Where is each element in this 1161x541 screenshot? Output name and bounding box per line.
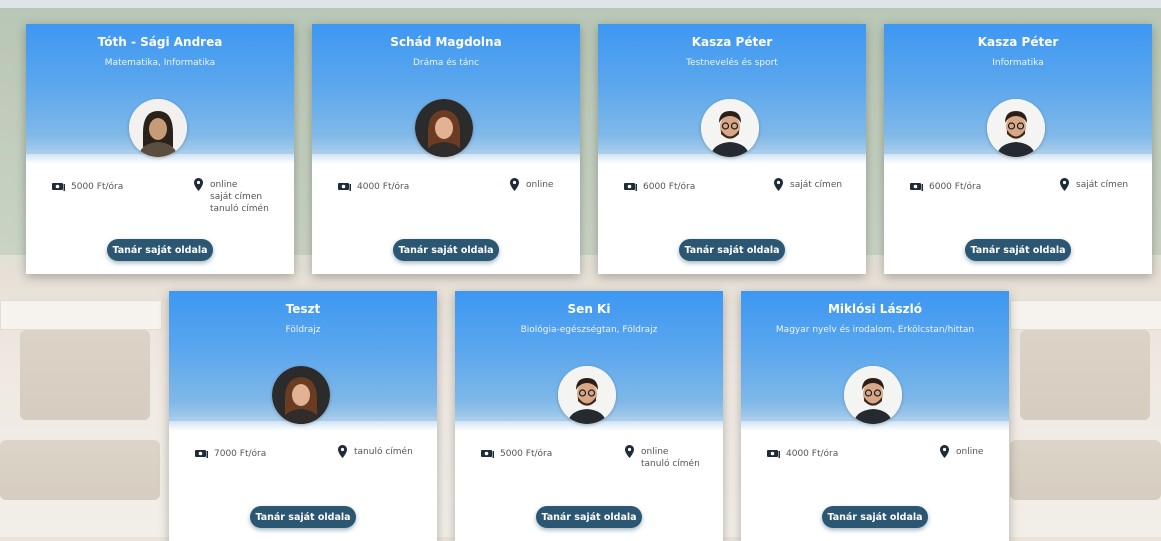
teacher-card: Schád Magdolna Dráma és tánc 4000 Ft/óra… — [312, 24, 580, 274]
teacher-page-button[interactable]: Tanár saját oldala — [965, 239, 1071, 261]
teacher-page-button[interactable]: Tanár saját oldala — [679, 239, 785, 261]
teacher-subjects: Biológia-egészségtan, Földrajz — [520, 325, 658, 335]
background-desk — [20, 330, 150, 420]
price-label: 4000 Ft/óra — [786, 449, 839, 459]
location-info: online saját címen tanuló címén — [194, 178, 269, 215]
location-info: tanuló címén — [338, 445, 413, 458]
location-item: online — [210, 180, 238, 190]
teacher-card: Tóth - Sági Andrea Matematika, Informati… — [26, 24, 294, 274]
teacher-name: Kasza Péter — [691, 35, 773, 49]
teacher-card: Kasza Péter Testnevelés és sport 6000 Ft… — [598, 24, 866, 274]
teacher-avatar — [129, 99, 187, 157]
teacher-page-button[interactable]: Tanár saját oldala — [822, 506, 928, 528]
price-info: 6000 Ft/óra — [624, 182, 695, 192]
teacher-avatar — [272, 366, 330, 424]
location-info: online tanuló címén — [625, 445, 700, 470]
teacher-name: Tóth - Sági Andrea — [97, 35, 223, 49]
location-item: tanuló címén — [354, 447, 413, 457]
teacher-subjects: Földrajz — [285, 325, 321, 335]
money-bill-icon — [624, 183, 637, 191]
price-info: 5000 Ft/óra — [481, 449, 552, 459]
background-panel — [1010, 300, 1161, 330]
teacher-name: Kasza Péter — [977, 35, 1059, 49]
map-marker-icon — [625, 445, 634, 458]
teacher-avatar — [558, 366, 616, 424]
teacher-card: Sen Ki Biológia-egészségtan, Földrajz 50… — [455, 291, 723, 541]
price-info: 5000 Ft/óra — [52, 182, 123, 192]
location-item: tanuló címén — [641, 459, 700, 469]
location-item: online — [526, 180, 554, 190]
teacher-card: Miklósi László Magyar nyelv és irodalom,… — [741, 291, 1009, 541]
background-desk — [1020, 330, 1150, 420]
price-label: 6000 Ft/óra — [929, 182, 982, 192]
location-item: tanuló címén — [210, 204, 269, 214]
teacher-subjects: Dráma és tánc — [412, 58, 480, 68]
price-label: 4000 Ft/óra — [357, 182, 410, 192]
teacher-card: Teszt Földrajz 7000 Ft/óra tanuló címén … — [169, 291, 437, 541]
map-marker-icon — [774, 178, 783, 191]
money-bill-icon — [195, 450, 208, 458]
teacher-avatar — [701, 99, 759, 157]
teacher-name: Teszt — [285, 302, 321, 316]
location-info: online — [940, 445, 983, 458]
price-info: 7000 Ft/óra — [195, 449, 266, 459]
location-item: saját címen — [790, 180, 843, 190]
money-bill-icon — [338, 183, 351, 191]
teacher-name: Sen Ki — [567, 302, 611, 316]
teacher-page-button[interactable]: Tanár saját oldala — [536, 506, 642, 528]
teacher-page-button[interactable]: Tanár saját oldala — [107, 239, 213, 261]
top-bar — [0, 0, 1161, 8]
location-item: saját címen — [1076, 180, 1129, 190]
teacher-subjects: Testnevelés és sport — [686, 58, 778, 68]
money-bill-icon — [481, 450, 494, 458]
teacher-name: Miklósi László — [827, 302, 923, 316]
location-item: online — [641, 447, 669, 457]
location-item: online — [956, 447, 984, 457]
price-info: 6000 Ft/óra — [910, 182, 981, 192]
teacher-avatar — [987, 99, 1045, 157]
money-bill-icon — [910, 183, 923, 191]
location-info: saját címen — [774, 178, 842, 191]
map-marker-icon — [510, 178, 519, 191]
money-bill-icon — [767, 450, 780, 458]
teacher-page-button[interactable]: Tanár saját oldala — [393, 239, 499, 261]
teacher-avatar — [844, 366, 902, 424]
location-info: online — [510, 178, 553, 191]
teacher-avatar — [415, 99, 473, 157]
teacher-page-button[interactable]: Tanár saját oldala — [250, 506, 356, 528]
money-bill-icon — [52, 183, 65, 191]
map-marker-icon — [1060, 178, 1069, 191]
teacher-subjects: Informatika — [992, 58, 1044, 68]
price-label: 5000 Ft/óra — [500, 449, 553, 459]
teacher-subjects: Matematika, Informatika — [104, 58, 216, 68]
background-panel — [0, 300, 162, 330]
price-label: 7000 Ft/óra — [214, 449, 267, 459]
location-info: saját címen — [1060, 178, 1128, 191]
price-label: 6000 Ft/óra — [643, 182, 696, 192]
location-item: saját címen — [210, 192, 263, 202]
map-marker-icon — [338, 445, 347, 458]
teacher-card: Kasza Péter Informatika 6000 Ft/óra sajá… — [884, 24, 1152, 274]
map-marker-icon — [194, 178, 203, 191]
price-label: 5000 Ft/óra — [71, 182, 124, 192]
price-info: 4000 Ft/óra — [338, 182, 409, 192]
map-marker-icon — [940, 445, 949, 458]
background-desk — [1010, 440, 1161, 500]
teacher-subjects: Magyar nyelv és irodalom, Erkölcstan/hit… — [775, 325, 975, 335]
price-info: 4000 Ft/óra — [767, 449, 838, 459]
background-desk — [0, 440, 160, 500]
teacher-name: Schád Magdolna — [390, 35, 502, 49]
